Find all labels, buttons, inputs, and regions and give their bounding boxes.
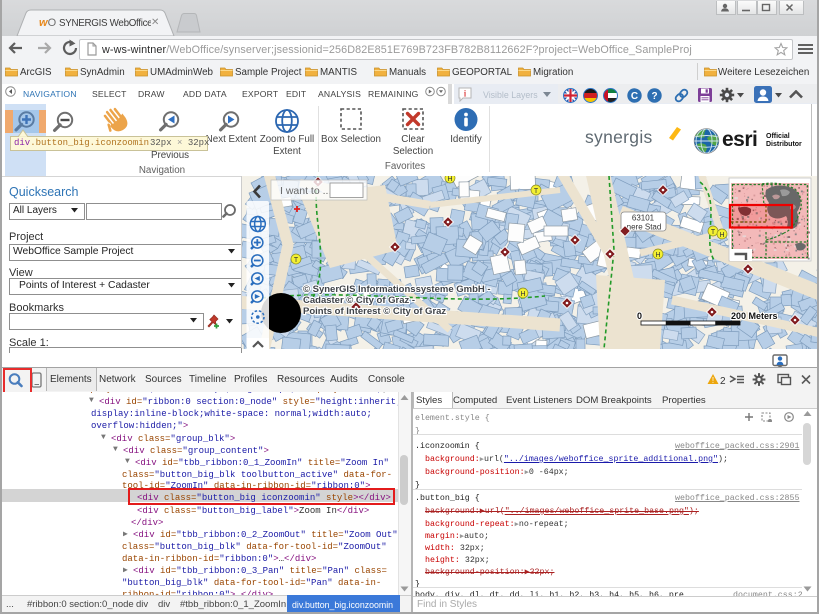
svg-text:T: T (711, 229, 716, 236)
svg-text:Points of Interest © City of G: Points of Interest © City of Graz (303, 306, 446, 317)
svg-text:0: 0 (637, 311, 642, 321)
svg-text:200 Meters: 200 Meters (731, 311, 778, 321)
svg-text:© SynerGIS Informationssysteme: © SynerGIS Informationssysteme GmbH - (303, 284, 491, 295)
svg-text:T: T (294, 257, 299, 264)
svg-text:nere Stad: nere Stad (627, 223, 662, 232)
svg-text:Cadaster © City of Graz -: Cadaster © City of Graz - (303, 295, 415, 306)
svg-text:T: T (534, 188, 539, 195)
svg-text:H: H (655, 252, 660, 259)
svg-text:H: H (719, 232, 724, 239)
svg-text:!: ! (712, 376, 714, 385)
svg-text:?: ? (651, 91, 657, 102)
svg-text:H: H (520, 291, 525, 298)
svg-text:I want to ...: I want to ... (280, 185, 331, 197)
svg-text:H: H (447, 176, 452, 183)
svg-text:2: 2 (720, 376, 726, 387)
svg-text:C: C (631, 91, 638, 102)
svg-text:63101: 63101 (632, 214, 655, 223)
